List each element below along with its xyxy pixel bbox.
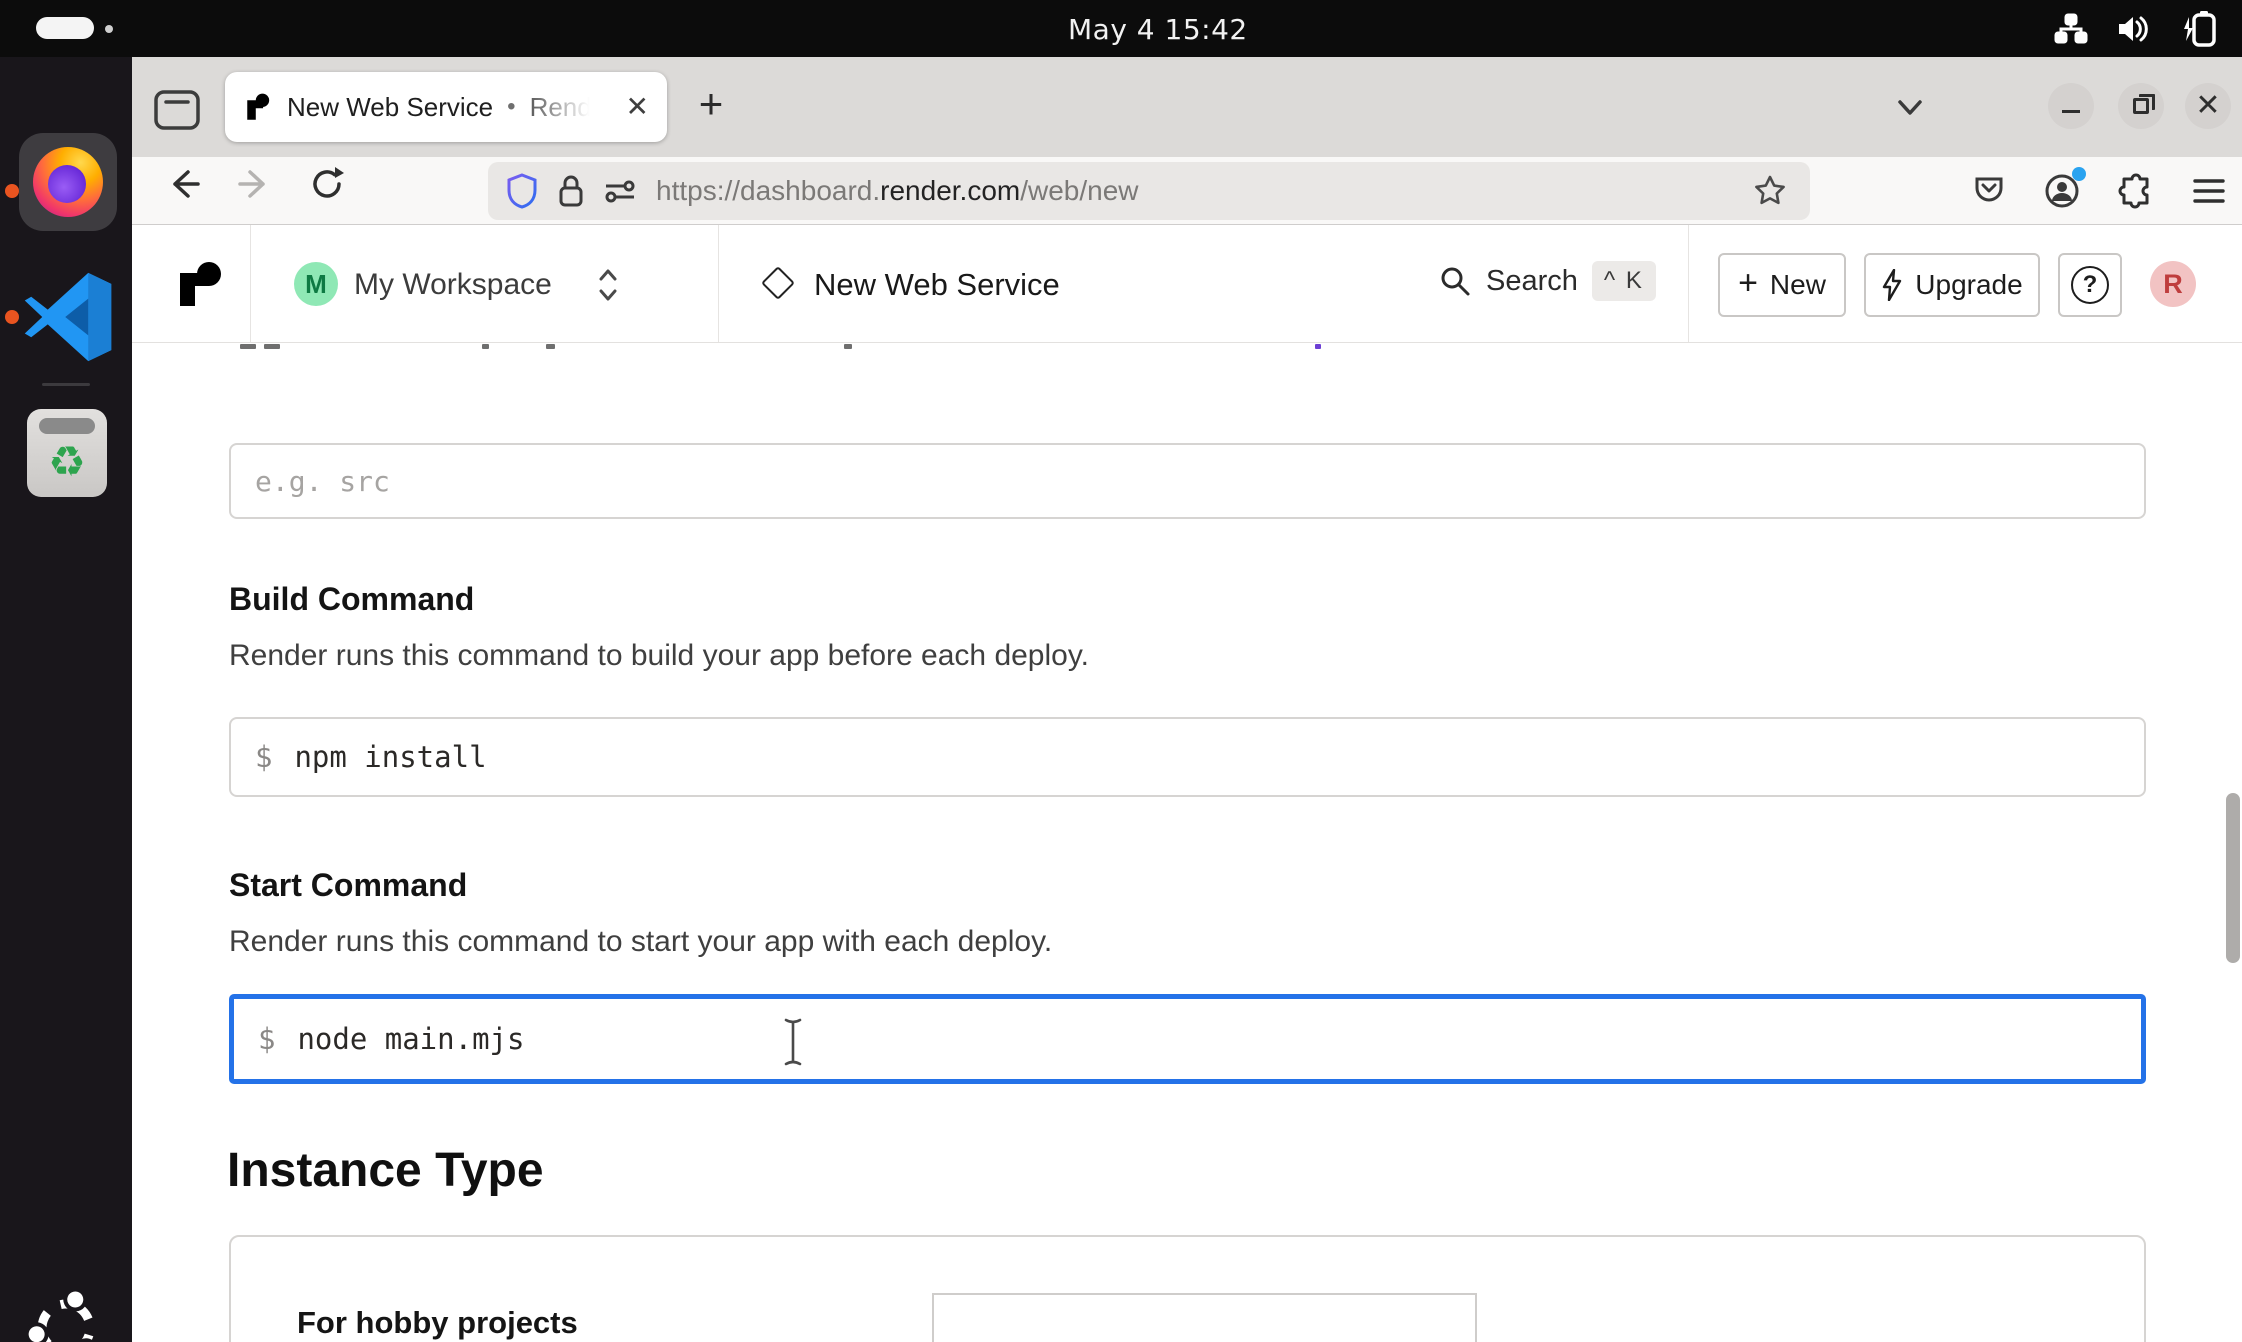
build-command-value: npm install <box>294 740 486 774</box>
network-icon <box>2054 12 2088 46</box>
dock-item-firefox[interactable] <box>19 133 117 231</box>
back-button[interactable] <box>164 165 202 203</box>
search-shortcut-badge: ^ K <box>1592 261 1656 301</box>
tab-bar: New Web Service • Render ✕ + ✕ <box>132 57 2242 157</box>
menu-hamburger-icon[interactable] <box>2192 176 2226 206</box>
new-tab-button[interactable]: + <box>685 79 737 131</box>
clipped-text-fragment <box>240 344 256 349</box>
extensions-icon[interactable] <box>2118 173 2154 209</box>
toolbar-right <box>1972 162 2226 220</box>
permissions-icon[interactable] <box>602 175 638 207</box>
active-tab[interactable]: New Web Service • Render ✕ <box>225 72 667 142</box>
tab-title-suffix: Render <box>530 92 596 123</box>
search-label: Search <box>1486 265 1578 298</box>
free-plan-card[interactable]: Free 512 MB (RAM) <box>932 1293 1477 1342</box>
shell-prompt: $ <box>258 1022 275 1056</box>
start-command-description: Render runs this command to start your a… <box>229 925 1052 959</box>
account-notification-dot <box>2072 167 2086 181</box>
build-command-description: Render runs this command to build your a… <box>229 639 1089 673</box>
show-apps-button[interactable] <box>28 1290 104 1342</box>
ubuntu-logo-icon <box>28 1290 104 1342</box>
new-button[interactable]: + New <box>1718 253 1846 317</box>
header-divider <box>718 225 719 342</box>
dock-separator <box>42 383 90 386</box>
screen: May 4 15:42 <box>0 0 2242 1342</box>
root-directory-input[interactable] <box>229 443 2146 519</box>
workspace-dot <box>105 25 113 33</box>
service-diamond-icon <box>761 266 795 300</box>
window-restore-button[interactable] <box>2118 83 2164 129</box>
account-icon[interactable] <box>2044 173 2080 209</box>
firefox-view-button[interactable] <box>154 90 200 130</box>
system-tray[interactable] <box>2054 12 2220 46</box>
reload-button[interactable] <box>308 165 346 203</box>
clipped-text-fragment <box>844 344 852 349</box>
start-command-input-focused[interactable]: $ node main.mjs <box>229 994 2146 1084</box>
navigation-bar: https://dashboard.render.com/web/new <box>132 157 2242 225</box>
lightning-icon <box>1881 269 1903 301</box>
search-button[interactable]: Search ^ K <box>1438 261 1656 301</box>
page-title: New Web Service <box>814 267 1060 303</box>
url-bar[interactable]: https://dashboard.render.com/web/new <box>488 162 1810 220</box>
page-content: Build Command Render runs this command t… <box>132 343 2242 1342</box>
tracking-shield-icon[interactable] <box>506 173 538 209</box>
forward-button[interactable] <box>236 165 274 203</box>
window-minimize-button[interactable] <box>2048 83 2094 129</box>
plan-ram: 512 MB (RAM) <box>1234 1337 1439 1342</box>
start-command-value: node main.mjs <box>297 1022 524 1056</box>
trash-lid <box>39 418 95 434</box>
workspace-avatar[interactable]: M <box>294 262 338 306</box>
instance-type-heading: Instance Type <box>227 1143 544 1198</box>
render-header: M My Workspace New Web Service Search ^ … <box>132 225 2242 343</box>
system-top-bar: May 4 15:42 <box>0 0 2242 57</box>
dock-item-trash[interactable]: ♻ <box>27 409 107 497</box>
hobby-projects-label: For hobby projects <box>297 1305 578 1341</box>
render-favicon <box>243 93 271 121</box>
system-clock[interactable]: May 4 15:42 <box>1068 13 1248 46</box>
firefox-running-dot <box>5 184 19 198</box>
dock-item-vscode[interactable] <box>22 271 114 363</box>
user-avatar[interactable]: R <box>2150 261 2196 307</box>
vscode-icon <box>22 271 114 363</box>
start-command-heading: Start Command <box>229 867 467 904</box>
upgrade-button[interactable]: Upgrade <box>1864 253 2040 317</box>
list-all-tabs-button[interactable] <box>1890 87 1930 127</box>
header-divider <box>1688 225 1689 342</box>
vscode-running-dot <box>5 310 19 324</box>
tab-separator: • <box>507 93 515 121</box>
help-button[interactable]: ? <box>2058 253 2122 317</box>
clipped-text-fragment <box>264 344 280 349</box>
build-command-heading: Build Command <box>229 581 474 618</box>
tab-title: New Web Service <box>287 92 493 123</box>
render-logo[interactable] <box>176 261 222 307</box>
clipped-link-fragment <box>1315 344 1321 349</box>
clipped-text-fragment <box>546 344 555 349</box>
activities-pill[interactable] <box>36 17 94 39</box>
header-divider <box>250 225 251 342</box>
url-text[interactable]: https://dashboard.render.com/web/new <box>656 175 1139 207</box>
search-icon <box>1438 264 1472 298</box>
pocket-icon[interactable] <box>1972 174 2006 208</box>
build-command-input[interactable]: $ npm install <box>229 717 2146 797</box>
workspace-chevrons-icon[interactable] <box>594 263 622 307</box>
instance-type-panel: For hobby projects Free 512 MB (RAM) <box>229 1235 2146 1342</box>
clipped-text-fragment <box>482 344 489 349</box>
shell-prompt: $ <box>255 740 272 774</box>
dock: ♻ <box>0 57 132 1342</box>
lock-icon[interactable] <box>556 173 586 209</box>
battery-icon <box>2180 9 2220 49</box>
plus-icon: + <box>1738 264 1758 303</box>
browser-window: New Web Service • Render ✕ + ✕ <box>132 57 2242 1342</box>
question-icon: ? <box>2071 266 2109 304</box>
plan-name: Free <box>966 1337 1031 1342</box>
recycle-icon: ♻ <box>27 439 107 485</box>
workspace-selector[interactable]: My Workspace <box>354 268 552 302</box>
bookmark-star-icon[interactable] <box>1752 173 1788 209</box>
volume-icon <box>2116 12 2152 46</box>
firefox-icon <box>33 147 103 217</box>
tab-close-icon[interactable]: ✕ <box>626 93 649 121</box>
window-close-button[interactable]: ✕ <box>2185 83 2231 129</box>
text-cursor <box>780 1016 806 1068</box>
scrollbar-thumb[interactable] <box>2226 793 2240 963</box>
